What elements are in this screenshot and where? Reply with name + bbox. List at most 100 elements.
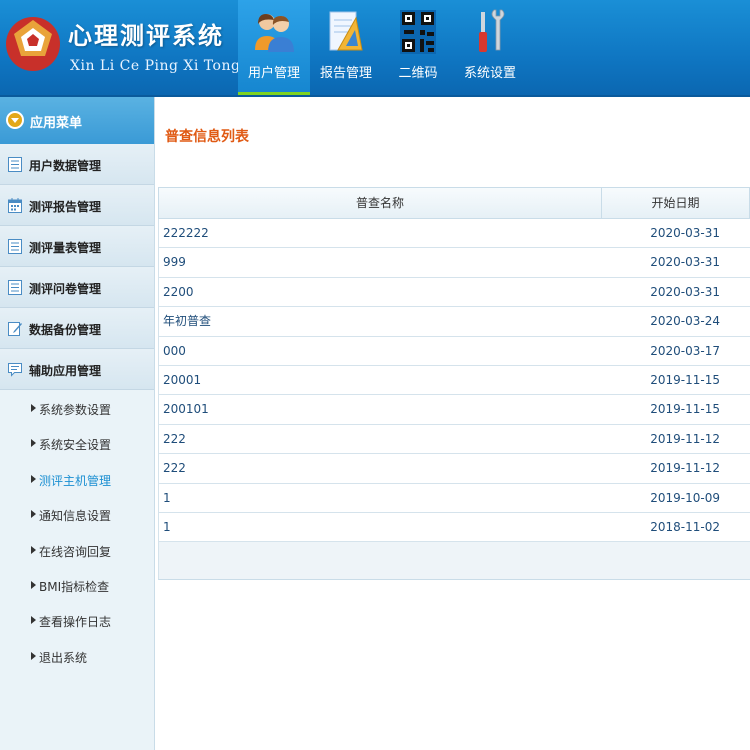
table-header: 普查名称 开始日期 [158,187,750,219]
cell-start-date: 2019-11-15 [650,372,720,387]
arrow-right-icon [31,474,36,483]
nav-user-management[interactable]: 用户管理 [238,0,310,97]
nav-report-management[interactable]: 报告管理 [310,0,382,97]
top-nav: 用户管理 报告管理 二维码 系统设置 [238,0,526,97]
chevron-down-icon [6,111,24,129]
survey-table: 普查名称 开始日期 222222 2020-03-31 999 2020-03-31 2… [158,187,750,581]
cell-start-date: 2020-03-17 [650,343,720,358]
table-row[interactable]: 000 2020-03-17 [158,336,750,366]
nav-label: 用户管理 [247,66,300,81]
submenu-item-consult[interactable]: 在线咨询回复 [0,533,154,568]
top-header: 心理测评系统 Xin Li Ce Ping Xi Tong 用户管理 报告管理 … [0,0,750,97]
submenu-label: 通知信息设置 [39,509,112,524]
cell-survey-name: 222 [163,431,186,446]
submenu-item-params[interactable]: 系统参数设置 [0,391,154,426]
sidebar-title: 应用菜单 [30,116,83,131]
brand-title: 心理测评系统 [68,22,224,50]
sidebar-item-label: 辅助应用管理 [29,364,102,378]
submenu-item-bmi[interactable]: BMI指标检查 [0,568,154,603]
submenu-label: BMI指标检查 [39,579,110,594]
nav-label: 系统设置 [463,66,516,81]
users-icon [255,14,294,52]
submenu-label: 退出系统 [39,650,88,665]
cell-start-date: 2019-11-12 [650,431,720,446]
edit-icon [8,322,22,336]
sidebar: 应用菜单 用户数据管理 测评报告管理 测评量表管理 测评问卷管理 数据备份管理 … [0,97,155,750]
submenu-item-security[interactable]: 系统安全设置 [0,426,154,461]
cell-start-date: 2020-03-31 [650,284,720,299]
column-header-name[interactable]: 普查名称 [159,188,602,218]
cell-survey-name: 20001 [163,372,202,387]
calendar-icon [8,198,22,213]
chat-icon [8,363,22,377]
sidebar-header[interactable]: 应用菜单 [0,97,154,144]
table-row[interactable]: 222 2019-11-12 [158,454,750,484]
cell-survey-name: 2200 [163,284,194,299]
table-row[interactable]: 2200 2020-03-31 [158,277,750,308]
arrow-right-icon [31,404,36,412]
submenu: 系统参数设置 系统安全设置 测评主机管理 通知信息设置 在线咨询回复 BMI指标… [0,390,154,675]
table-body: 222222 2020-03-31 999 2020-03-31 2200 2020-03… [158,219,750,543]
sidebar-item-label: 测评问卷管理 [29,282,102,296]
cell-start-date: 2018-11-02 [650,519,720,534]
cell-start-date: 2019-11-12 [650,461,720,476]
table-row[interactable]: 年初普查 2020-03-24 [158,307,750,337]
cell-survey-name: 1 [163,519,171,534]
arrow-right-icon [31,545,36,554]
sidebar-item-scale[interactable]: 测评量表管理 [0,226,154,267]
submenu-item-host[interactable]: 测评主机管理 [0,462,154,497]
table-row[interactable]: 222222 2020-03-31 [158,219,750,249]
page-title: 普查信息列表 [165,129,249,145]
arrow-right-icon [31,439,36,448]
cell-start-date: 2020-03-31 [650,226,720,240]
main-content: 普查信息列表 普查名称 开始日期 222222 2020-03-31 999 2020… [155,97,750,750]
submenu-label: 系统参数设置 [39,403,112,417]
table-row[interactable]: 1 2019-10-09 [158,483,750,513]
cell-start-date: 2020-03-24 [650,314,720,329]
sidebar-item-questionnaire[interactable]: 测评问卷管理 [0,267,154,308]
submenu-item-log[interactable]: 查看操作日志 [0,603,154,638]
tools-icon [479,9,505,52]
sidebar-item-label: 测评量表管理 [29,241,102,255]
arrow-right-icon [31,580,36,589]
table-footer [158,542,750,581]
table-row[interactable]: 999 2020-03-31 [158,248,750,278]
submenu-label: 系统安全设置 [39,438,112,453]
sidebar-item-label: 用户数据管理 [29,159,102,173]
report-icon [329,11,363,51]
nav-label: 报告管理 [319,66,372,81]
cell-survey-name: 222 [163,461,186,476]
arrow-right-icon [31,651,36,660]
cell-survey-name: 1 [163,490,171,505]
sidebar-item-user-data[interactable]: 用户数据管理 [0,144,154,185]
nav-label: 二维码 [398,66,438,81]
arrow-right-icon [31,510,36,519]
submenu-item-notice[interactable]: 通知信息设置 [0,497,154,532]
cell-survey-name: 000 [163,343,186,358]
sidebar-item-report[interactable]: 测评报告管理 [0,185,154,226]
column-header-date[interactable]: 开始日期 [602,188,749,218]
submenu-label: 查看操作日志 [39,615,112,630]
qrcode-icon [400,10,436,54]
table-row[interactable]: 222 2019-11-12 [158,424,750,455]
table-row[interactable]: 200101 2019-11-15 [158,395,750,425]
sidebar-item-label: 数据备份管理 [29,323,102,337]
sidebar-item-label: 测评报告管理 [29,200,102,214]
sidebar-item-backup[interactable]: 数据备份管理 [0,308,154,349]
cell-start-date: 2019-10-09 [650,490,720,505]
submenu-item-logout[interactable]: 退出系统 [0,639,154,674]
table-row[interactable]: 20001 2019-11-15 [158,365,750,396]
table-row[interactable]: 1 2018-11-02 [158,512,750,543]
cell-start-date: 2020-03-31 [650,255,720,270]
cell-start-date: 2019-11-15 [650,402,720,417]
sidebar-item-auxiliary[interactable]: 辅助应用管理 [0,349,154,390]
nav-system-settings[interactable]: 系统设置 [454,0,526,97]
submenu-label: 在线咨询回复 [39,544,112,559]
nav-qrcode[interactable]: 二维码 [382,0,454,97]
logo-icon [6,17,60,71]
cell-survey-name: 200101 [163,402,209,417]
cell-survey-name: 222222 [163,226,209,240]
arrow-right-icon [31,616,36,625]
cell-survey-name: 999 [163,255,186,270]
list-icon [8,157,22,172]
